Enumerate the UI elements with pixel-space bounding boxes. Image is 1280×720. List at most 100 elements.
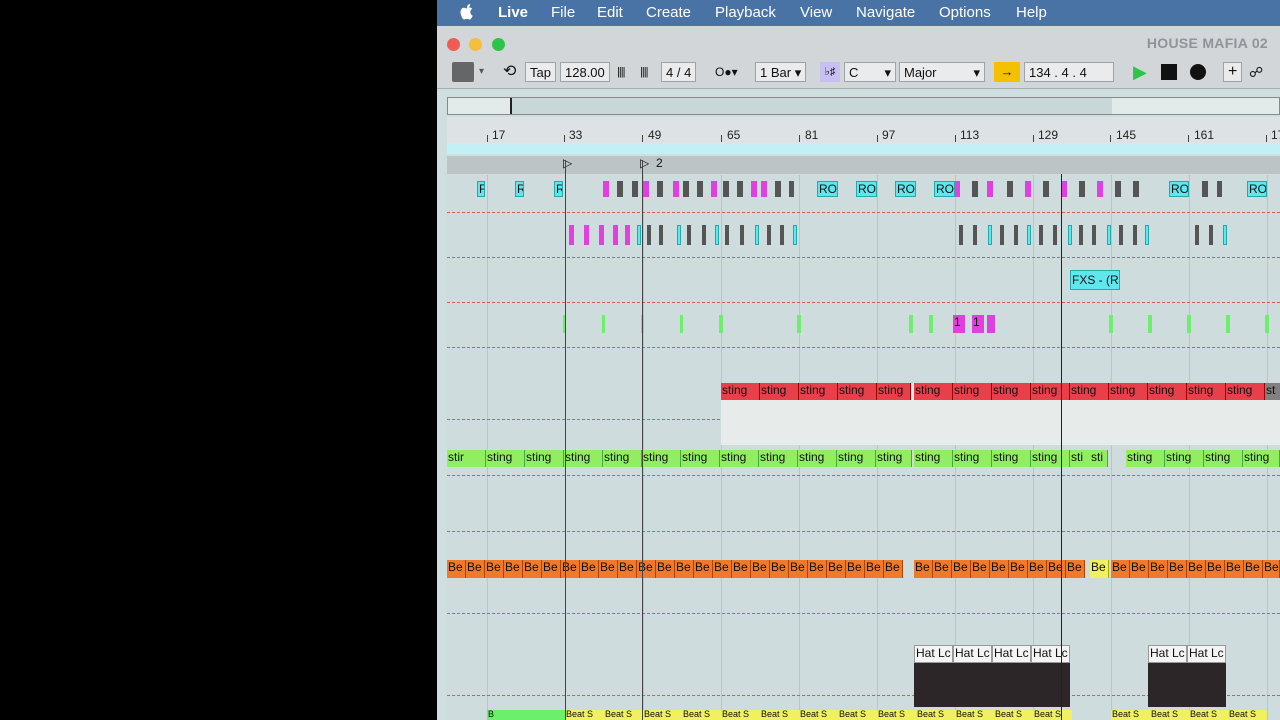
clip[interactable]	[647, 225, 651, 245]
clip-beat[interactable]: Beat S	[1111, 710, 1150, 720]
clip[interactable]	[1133, 181, 1139, 197]
view-toggle-icon[interactable]	[452, 62, 474, 82]
loop-brace-bar[interactable]	[447, 143, 1280, 154]
clip[interactable]	[1226, 315, 1230, 333]
clip-sting[interactable]: sting	[681, 450, 720, 467]
clip[interactable]: RO	[1247, 181, 1267, 197]
nudge-up-icon[interactable]: ||||	[640, 62, 649, 82]
clip[interactable]	[767, 225, 771, 245]
clip-be[interactable]: Be	[713, 560, 732, 578]
playhead-line[interactable]	[1061, 174, 1062, 720]
automation-arm-icon[interactable]: ☍	[1249, 62, 1263, 82]
track-lane-5[interactable]	[447, 355, 1280, 380]
clip[interactable]	[711, 181, 717, 197]
clip[interactable]	[659, 225, 663, 245]
clip-sting[interactable]: sting	[486, 450, 525, 467]
clip[interactable]	[637, 225, 641, 245]
clip-sting[interactable]: sting	[798, 450, 837, 467]
clip[interactable]	[1068, 225, 1072, 245]
clip-hat[interactable]: Hat Lc	[992, 645, 1031, 663]
clip-be[interactable]: Be	[542, 560, 561, 578]
clip-be[interactable]: Be	[770, 560, 789, 578]
clip[interactable]	[719, 315, 723, 333]
clip[interactable]	[1079, 225, 1083, 245]
clip[interactable]	[1133, 225, 1137, 245]
key-dropdown[interactable]: C ▾	[844, 62, 896, 82]
clip[interactable]	[632, 181, 638, 197]
menu-options[interactable]: Options	[939, 4, 991, 21]
clip-sting[interactable]: sting	[721, 383, 760, 400]
clip[interactable]	[1109, 315, 1113, 333]
clip[interactable]	[775, 181, 781, 197]
quantize-dropdown[interactable]: 1 Bar ▾	[755, 62, 807, 82]
close-window-button[interactable]	[447, 38, 460, 51]
clip[interactable]	[687, 225, 691, 245]
clip-beat[interactable]: Beat S	[760, 710, 799, 720]
clip[interactable]: R	[554, 181, 563, 197]
clip-sting[interactable]: sting	[1109, 383, 1148, 400]
apple-icon[interactable]	[459, 3, 475, 21]
clip-sting[interactable]: sting	[838, 383, 877, 400]
clip-sting[interactable]: sting	[992, 450, 1031, 467]
overview-selection[interactable]	[510, 98, 1112, 114]
clip-be[interactable]: Be	[618, 560, 637, 578]
clip[interactable]	[1043, 181, 1049, 197]
clip-sting[interactable]: sting	[1031, 450, 1070, 467]
clip[interactable]	[1107, 225, 1111, 245]
clip-be[interactable]: Be	[1047, 560, 1066, 578]
clip-beat[interactable]: Beat S	[838, 710, 877, 720]
clip-sting[interactable]: sting	[603, 450, 642, 467]
clip-sting[interactable]: sting	[953, 383, 992, 400]
clip[interactable]	[780, 225, 784, 245]
clip[interactable]	[673, 181, 679, 197]
clip-be[interactable]: Be	[971, 560, 990, 578]
clip-be[interactable]: Be	[846, 560, 865, 578]
clip-beat[interactable]: Beat S	[916, 710, 955, 720]
clip-be[interactable]: Be	[1187, 560, 1206, 578]
clip-be[interactable]: Be	[808, 560, 827, 578]
clip-be[interactable]: Be	[865, 560, 884, 578]
clip[interactable]	[1115, 181, 1121, 197]
clip-be[interactable]: Be	[599, 560, 618, 578]
clip[interactable]	[1119, 225, 1123, 245]
clip-sting[interactable]: stir	[447, 450, 486, 467]
clip[interactable]	[702, 225, 706, 245]
clip[interactable]	[797, 315, 801, 333]
clip[interactable]: RO	[817, 181, 838, 197]
track-lane-4[interactable]	[447, 310, 1280, 356]
clip[interactable]	[677, 225, 681, 245]
clip-sting[interactable]: sting	[953, 450, 992, 467]
clip[interactable]	[1025, 181, 1031, 197]
clip-sting[interactable]: sting	[1226, 383, 1265, 400]
clip-sting[interactable]: sting	[1187, 383, 1226, 400]
clip[interactable]: R	[515, 181, 524, 197]
clip-beat[interactable]: Beat S	[1228, 710, 1267, 720]
song-position-field[interactable]: 134 . 4 . 4	[1024, 62, 1114, 82]
nudge-down-icon[interactable]: ||||	[617, 62, 626, 82]
clip-be[interactable]: Be	[1066, 560, 1085, 578]
clip-be[interactable]: Be	[523, 560, 542, 578]
clip-sting[interactable]: sting	[1243, 450, 1280, 467]
clip-be[interactable]: Be	[1263, 560, 1280, 578]
clip-hat[interactable]: Hat Lc	[953, 645, 992, 663]
clip[interactable]	[1039, 225, 1043, 245]
clip[interactable]	[751, 181, 757, 197]
clip-beat[interactable]: Beat S	[721, 710, 760, 720]
clip-sting[interactable]: sting	[759, 450, 798, 467]
clip[interactable]	[602, 315, 605, 333]
clip[interactable]	[657, 181, 663, 197]
clip-be[interactable]: Be	[447, 560, 466, 578]
clip-sting[interactable]: sting	[1070, 383, 1109, 400]
clip[interactable]	[680, 315, 683, 333]
clip-be[interactable]: Be	[914, 560, 933, 578]
clip[interactable]	[972, 181, 978, 197]
clip-be[interactable]: Be	[789, 560, 808, 578]
clip-be[interactable]: Be	[675, 560, 694, 578]
clip[interactable]	[793, 225, 797, 245]
clip-be[interactable]: Be	[933, 560, 952, 578]
clip[interactable]	[1148, 315, 1152, 333]
clip-hat[interactable]: Hat Lc	[1148, 645, 1187, 663]
clip[interactable]	[683, 181, 689, 197]
track-lane-8[interactable]	[447, 490, 1280, 557]
clip-beat[interactable]: Beat S	[604, 710, 643, 720]
